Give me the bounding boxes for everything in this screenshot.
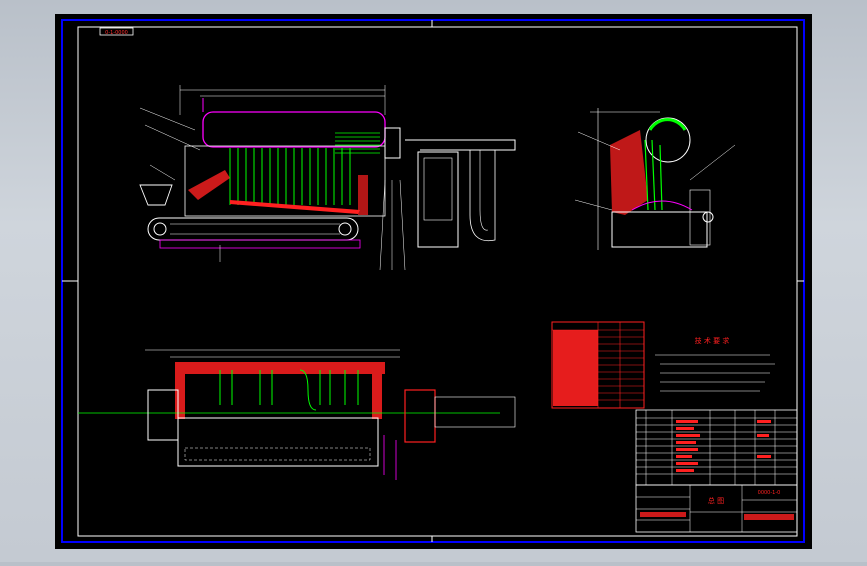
title-block-code: 0000-1-0 [758,490,781,496]
drawing-canvas: 0-1-0000 技 术 要 求 总 图 0000-1-0 [55,14,812,549]
tech-requirements-title: 技 术 要 求 [695,336,730,345]
drawing-stamp: 0-1-0000 [105,30,128,36]
title-block-name: 总 图 [708,496,724,505]
cad-viewport[interactable]: 0-1-0000 技 术 要 求 总 图 0000-1-0 [0,0,867,562]
sheet-background [55,14,812,549]
